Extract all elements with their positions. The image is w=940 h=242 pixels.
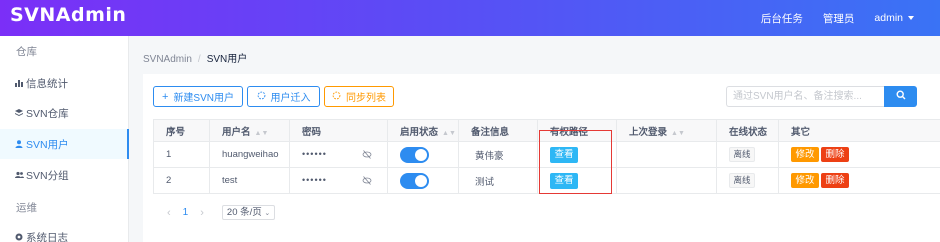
breadcrumb: SVNAdmin / SVN用户 (143, 50, 247, 65)
sort-icon[interactable]: ▲▼ (255, 130, 269, 137)
sidebar-group-repo: 仓库 (16, 46, 37, 58)
edit-button[interactable]: 修改 (791, 147, 819, 162)
sidebar-item-label: 系统日志 (26, 231, 68, 242)
sidebar-item-stats[interactable]: 信息统计 (0, 68, 129, 98)
header-enabled-label: 启用状态 (400, 126, 439, 138)
delete-button[interactable]: 删除 (821, 147, 849, 162)
cell-last-login (616, 141, 717, 168)
page-size-label: 20 条/页 (226, 207, 262, 218)
annotation-highlight-box (539, 130, 612, 194)
cell-online: 离线 (716, 167, 779, 194)
user-menu[interactable]: admin (874, 12, 914, 24)
cell-enabled (387, 167, 459, 194)
header-online: 在线状态 (716, 119, 779, 142)
next-page-button[interactable]: › (200, 207, 204, 219)
enabled-toggle[interactable] (400, 172, 429, 189)
cell-password: •••••• (289, 167, 388, 194)
cell-password: •••••• (289, 141, 388, 168)
sync-list-button[interactable]: 同步列表 (324, 86, 394, 107)
sidebar: 仓库 信息统计 SVN仓库 SVN用户 SVN分组 运维 系统日志 (0, 36, 129, 242)
sidebar-item-system-log[interactable]: 系统日志 (0, 222, 129, 242)
header-username-label: 用户名 (222, 126, 251, 138)
person-icon (15, 140, 23, 148)
sidebar-item-label: SVN仓库 (26, 107, 69, 120)
header-last-login[interactable]: 上次登录 ▲▼ (616, 119, 717, 142)
chevron-down-icon: ⌄ (264, 210, 271, 217)
new-svn-user-button[interactable]: + 新建SVN用户 (153, 86, 243, 107)
top-header: SVNAdmin 后台任务 管理员 admin (0, 0, 940, 36)
online-status-badge: 离线 (729, 173, 755, 188)
header-password: 密码 (289, 119, 388, 142)
page-number[interactable]: 1 (183, 207, 189, 218)
enabled-toggle[interactable] (400, 146, 429, 163)
header-note: 备注信息 (458, 119, 538, 142)
page-size-select[interactable]: 20 条/页 ⌄ (221, 205, 276, 220)
bar-chart-icon (15, 79, 23, 87)
refresh-circle-icon (257, 91, 266, 103)
header-other: 其它 (778, 119, 940, 142)
new-svn-user-label: 新建SVN用户 (173, 93, 234, 104)
cell-last-login (616, 167, 717, 194)
cell-online: 离线 (716, 141, 779, 168)
sidebar-item-label: SVN用户 (26, 138, 69, 151)
background-tasks-link[interactable]: 后台任务 (761, 11, 803, 26)
breadcrumb-current: SVN用户 (206, 54, 248, 65)
cell-note: 黄伟豪 (458, 141, 538, 168)
migrate-users-label: 用户迁入 (270, 93, 311, 104)
delete-button[interactable]: 删除 (821, 173, 849, 188)
prev-page-button[interactable]: ‹ (167, 207, 171, 219)
cell-index: 1 (153, 141, 210, 168)
breadcrumb-root[interactable]: SVNAdmin (143, 54, 192, 65)
user-name: admin (874, 12, 903, 24)
header-nav: 后台任务 管理员 admin (741, 0, 914, 36)
search-button[interactable] (884, 86, 917, 107)
plus-icon: + (162, 90, 169, 103)
password-value[interactable]: •••••• (302, 149, 327, 159)
chevron-down-icon (908, 16, 914, 21)
cell-index: 2 (153, 167, 210, 194)
header-enabled[interactable]: 启用状态 ▲▼ (387, 119, 459, 142)
header-index: 序号 (153, 119, 210, 142)
sidebar-item-svn-group[interactable]: SVN分组 (0, 160, 129, 190)
eye-off-icon[interactable] (362, 176, 372, 188)
cell-enabled (387, 141, 459, 168)
cell-actions: 修改 删除 (778, 141, 940, 168)
cell-username: test (209, 167, 290, 194)
role-label: 管理员 (822, 12, 855, 25)
people-icon (15, 171, 24, 179)
sync-icon (332, 91, 341, 103)
eye-off-icon[interactable] (362, 150, 372, 162)
log-icon (15, 233, 23, 241)
layers-icon (15, 109, 23, 117)
sort-icon[interactable]: ▲▼ (671, 130, 685, 137)
search-icon (895, 90, 906, 103)
sort-icon[interactable]: ▲▼ (442, 130, 456, 137)
pagination: ‹ 1 › 20 条/页 ⌄ (167, 205, 276, 220)
sync-list-label: 同步列表 (346, 93, 386, 104)
sidebar-item-label: 信息统计 (26, 77, 68, 90)
password-value[interactable]: •••••• (302, 175, 327, 185)
breadcrumb-separator: / (197, 54, 201, 65)
cell-actions: 修改 删除 (778, 167, 940, 194)
cell-note: 测试 (458, 167, 538, 194)
cell-username: huangweihao (209, 141, 290, 168)
sidebar-group-ops: 运维 (16, 202, 37, 214)
search-input[interactable] (726, 86, 884, 107)
sidebar-item-label: SVN分组 (26, 169, 69, 182)
app-logo[interactable]: SVNAdmin (10, 4, 126, 26)
migrate-users-button[interactable]: 用户迁入 (247, 86, 320, 107)
sidebar-item-svn-user[interactable]: SVN用户 (0, 129, 129, 159)
online-status-badge: 离线 (729, 147, 755, 162)
sidebar-item-svn-repo[interactable]: SVN仓库 (0, 98, 129, 128)
edit-button[interactable]: 修改 (791, 173, 819, 188)
header-last-login-label: 上次登录 (629, 126, 668, 138)
header-username[interactable]: 用户名 ▲▼ (209, 119, 290, 142)
